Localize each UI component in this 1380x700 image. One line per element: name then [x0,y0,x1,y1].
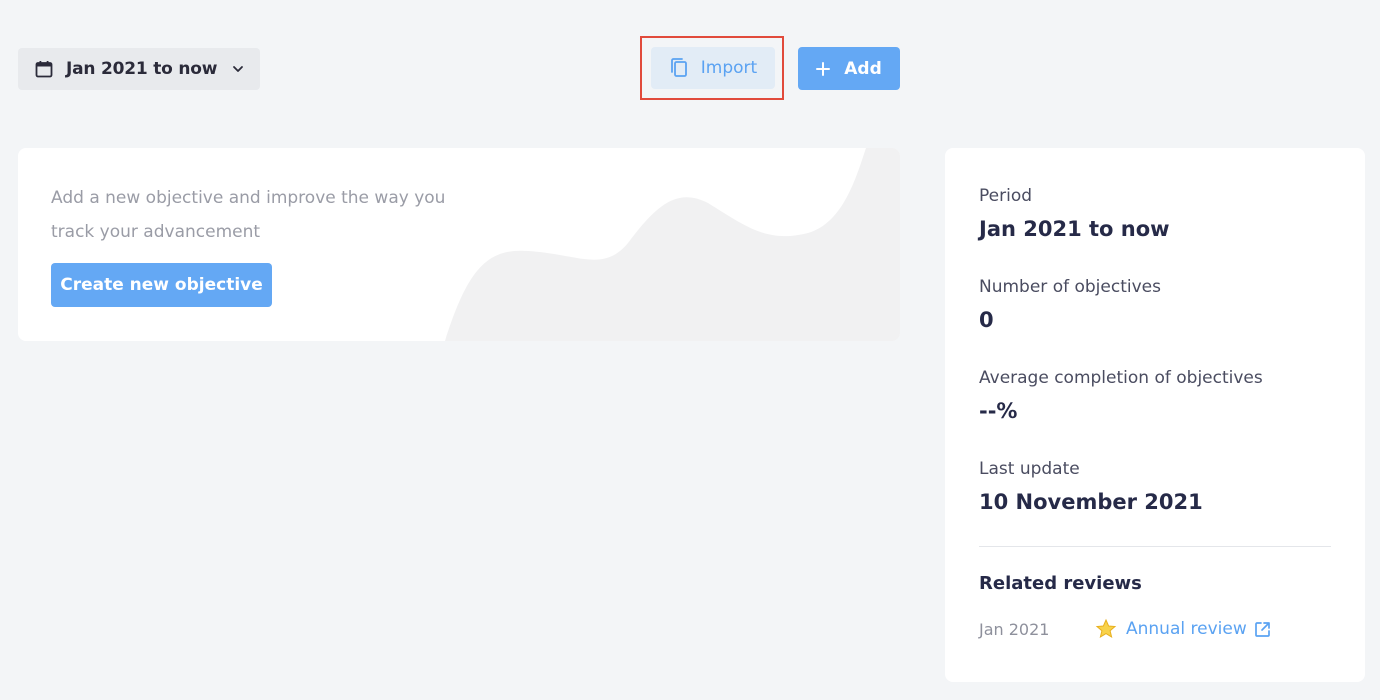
divider [979,546,1331,547]
last-update-label: Last update [979,459,1080,479]
plus-icon [816,61,831,76]
objectives-count-label: Number of objectives [979,277,1161,297]
calendar-icon [35,60,53,78]
period-value: Jan 2021 to now [979,217,1170,241]
star-icon [1095,618,1117,640]
review-date: Jan 2021 [979,619,1050,639]
summary-panel: Period Jan 2021 to now Number of objecti… [945,148,1365,682]
period-selector-label: Jan 2021 to now [66,59,218,79]
empty-objectives-card: Add a new objective and improve the way … [18,148,900,341]
average-completion-value: --% [979,399,1018,423]
create-objective-button[interactable]: Create new objective [51,263,272,307]
add-button[interactable]: Add [798,47,900,90]
empty-state-message: Add a new objective and improve the way … [51,188,446,242]
objectives-count-value: 0 [979,308,994,332]
related-reviews-title: Related reviews [979,573,1142,594]
chevron-down-icon [231,62,245,76]
period-label: Period [979,186,1033,206]
import-button-label: Import [700,58,758,78]
add-button-label: Add [844,58,882,79]
last-update-value: 10 November 2021 [979,490,1203,514]
related-review-item: Jan 2021 Annual review [979,618,1271,640]
period-selector[interactable]: Jan 2021 to now [18,48,260,90]
import-button[interactable]: Import [651,47,775,89]
average-completion-label: Average completion of objectives [979,368,1263,388]
copy-icon [669,57,689,79]
external-link-icon[interactable] [1254,621,1271,638]
annual-review-link[interactable]: Annual review [1126,619,1247,639]
